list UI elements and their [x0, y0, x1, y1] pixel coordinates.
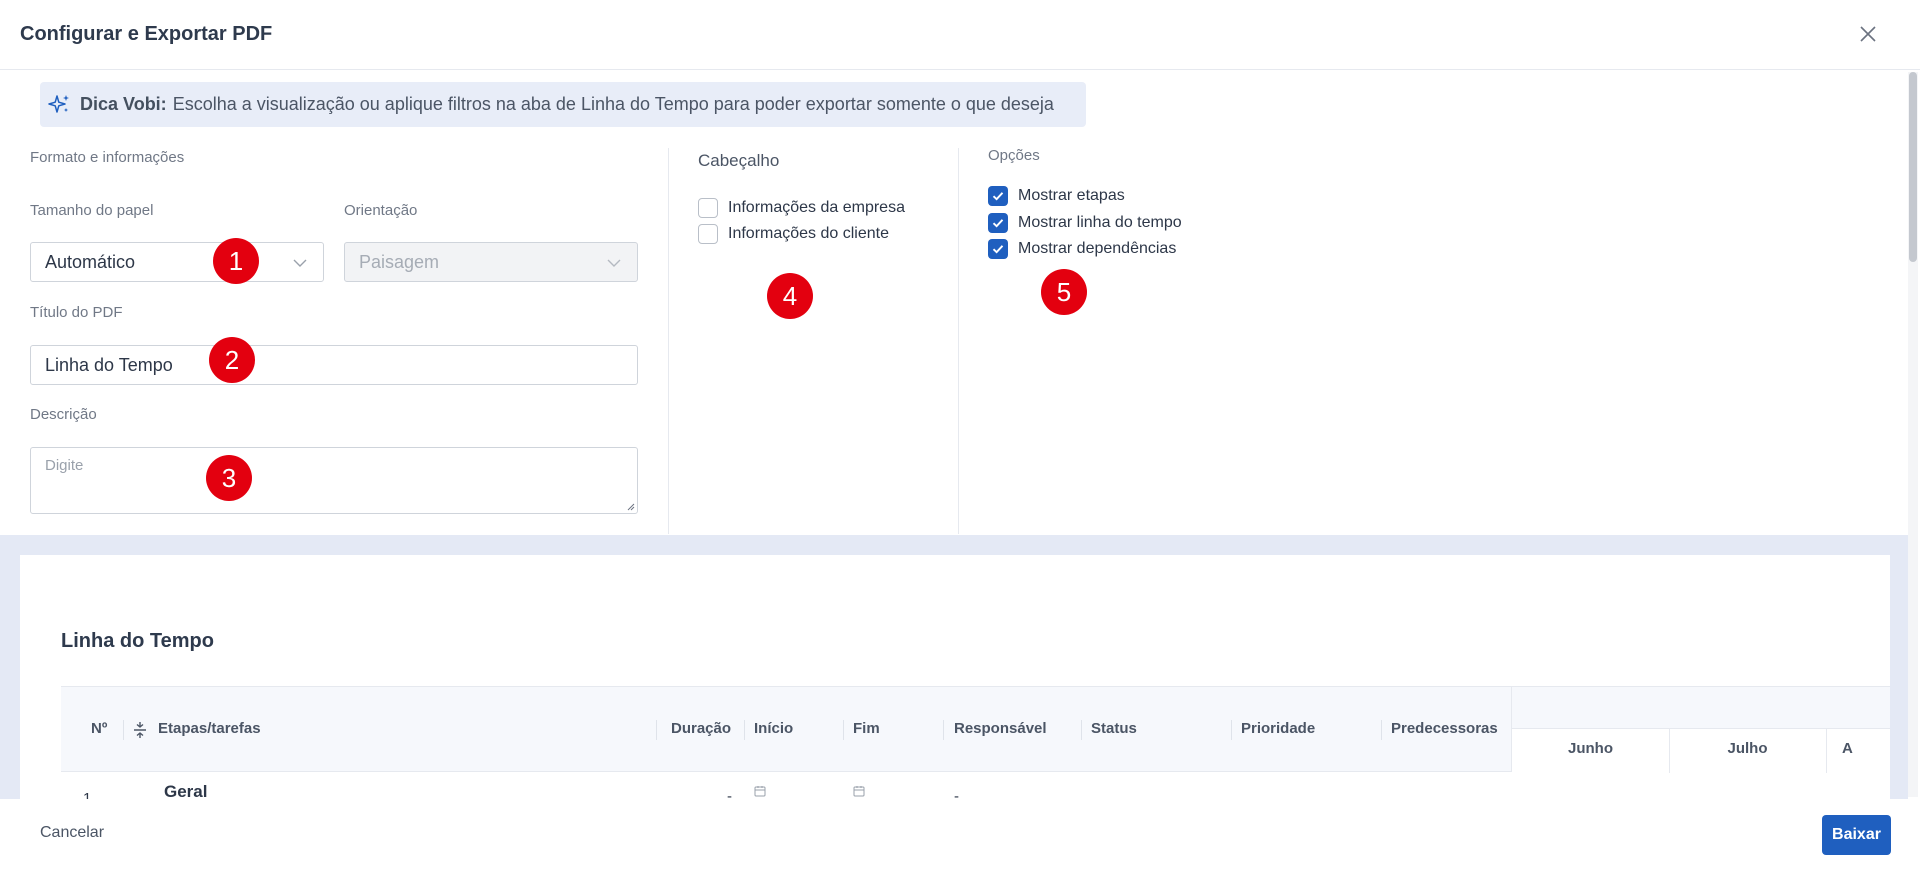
column-divider	[668, 148, 669, 534]
expand-collapse-icon[interactable]	[133, 721, 147, 739]
modal-footer: Cancelar Baixar	[0, 799, 1920, 869]
calendar-icon	[754, 786, 766, 797]
chevron-down-icon	[293, 259, 307, 267]
row-responsible: -	[954, 788, 959, 799]
column-header-start: Início	[754, 720, 794, 737]
check-icon	[992, 192, 1004, 201]
checkbox-show-dependencies[interactable]: Mostrar dependências	[988, 239, 1176, 259]
annotation-marker-1: 1	[213, 238, 259, 284]
column-separator	[1081, 720, 1082, 740]
description-placeholder: Digite	[45, 457, 84, 474]
format-section-label: Formato e informações	[30, 149, 185, 166]
chevron-down-icon	[607, 259, 621, 267]
gantt-month-separator	[1826, 729, 1827, 773]
column-header-end: Fim	[853, 720, 880, 737]
check-icon	[992, 219, 1004, 228]
scrollbar-thumb[interactable]	[1909, 72, 1917, 262]
checkbox[interactable]	[698, 198, 718, 218]
row-number: 1	[83, 790, 92, 799]
modal-header: Configurar e Exportar PDF	[0, 0, 1920, 70]
pdf-title-input[interactable]: Linha do Tempo	[30, 345, 638, 385]
checkbox-label: Mostrar dependências	[1018, 240, 1177, 257]
checkbox-company-info[interactable]: Informações da empresa	[698, 198, 905, 218]
pdf-title-value: Linha do Tempo	[45, 354, 173, 375]
checkbox-label: Mostrar etapas	[1018, 187, 1125, 204]
close-icon[interactable]	[1856, 22, 1880, 46]
scrollbar[interactable]	[1908, 72, 1918, 797]
resize-grip-icon[interactable]	[625, 501, 635, 511]
orientation-value: Paisagem	[359, 251, 440, 272]
annotation-marker-5: 5	[1041, 269, 1087, 315]
sparkles-icon	[48, 94, 69, 113]
checkbox-label: Informações da empresa	[728, 199, 905, 216]
column-separator	[123, 720, 124, 740]
gantt-month: A	[1842, 740, 1853, 757]
export-pdf-modal: Configurar e Exportar PDF Dica Vobi: Esc…	[0, 0, 1920, 869]
orientation-label: Orientação	[344, 202, 418, 219]
column-separator	[744, 720, 745, 740]
description-textarea[interactable]: Digite	[30, 447, 638, 514]
preview-title: Linha do Tempo	[61, 630, 214, 652]
column-divider	[958, 148, 959, 534]
checkbox[interactable]	[698, 224, 718, 244]
column-separator	[1381, 720, 1382, 740]
pdf-preview-page: Linha do Tempo Nº Etapas/tarefas Duração…	[20, 555, 1890, 799]
checkbox-client-info[interactable]: Informações do cliente	[698, 224, 889, 244]
checkbox-label: Mostrar linha do tempo	[1018, 214, 1182, 231]
column-header-responsible: Responsável	[954, 720, 1047, 737]
paper-size-label: Tamanho do papel	[30, 202, 154, 219]
column-separator	[656, 720, 657, 740]
check-icon	[992, 245, 1004, 254]
column-header-duration: Duração	[671, 720, 732, 737]
column-separator	[843, 720, 844, 740]
column-header-tasks: Etapas/tarefas	[158, 720, 261, 737]
column-separator	[1231, 720, 1232, 740]
options-section-label: Opções	[988, 147, 1040, 164]
header-section-label: Cabeçalho	[698, 151, 780, 170]
modal-title: Configurar e Exportar PDF	[20, 23, 273, 45]
description-label: Descrição	[30, 406, 97, 423]
tip-lead: Dica Vobi:	[80, 94, 167, 114]
checkbox-checked[interactable]	[988, 239, 1008, 259]
table-row[interactable]: 1 Geral - -	[61, 772, 1890, 799]
row-task-name: Geral	[164, 782, 208, 799]
calendar-icon	[853, 786, 865, 797]
tip-text: Escolha a visualização ou aplique filtro…	[172, 94, 1054, 114]
gantt-month: Julho	[1727, 740, 1768, 757]
table-header: Nº Etapas/tarefas Duração Início Fim Res…	[61, 686, 1511, 772]
column-header-priority: Prioridade	[1241, 720, 1316, 737]
orientation-select[interactable]: Paisagem	[344, 242, 638, 282]
column-header-number: Nº	[91, 720, 108, 737]
checkbox-show-timeline[interactable]: Mostrar linha do tempo	[988, 213, 1182, 233]
download-button[interactable]: Baixar	[1822, 815, 1891, 855]
column-header-predecessors: Predecessoras	[1391, 720, 1498, 737]
checkbox-show-stages[interactable]: Mostrar etapas	[988, 186, 1125, 206]
gantt-header: Junho Julho A	[1511, 686, 1890, 773]
gantt-header-band	[1512, 687, 1890, 729]
annotation-marker-4: 4	[767, 273, 813, 319]
annotation-marker-2: 2	[209, 337, 255, 383]
paper-size-value: Automático	[45, 251, 136, 272]
checkbox-checked[interactable]	[988, 186, 1008, 206]
annotation-marker-3: 3	[206, 455, 252, 501]
gantt-month: Junho	[1568, 740, 1613, 757]
paper-size-select[interactable]: Automático	[30, 242, 324, 282]
row-duration: -	[727, 788, 732, 799]
tip-banner: Dica Vobi: Escolha a visualização ou apl…	[40, 82, 1086, 127]
pdf-title-label: Título do PDF	[30, 304, 123, 321]
column-header-status: Status	[1091, 720, 1137, 737]
checkbox-checked[interactable]	[988, 213, 1008, 233]
column-separator	[943, 720, 944, 740]
cancel-button[interactable]: Cancelar	[40, 824, 104, 842]
checkbox-label: Informações do cliente	[728, 225, 889, 242]
